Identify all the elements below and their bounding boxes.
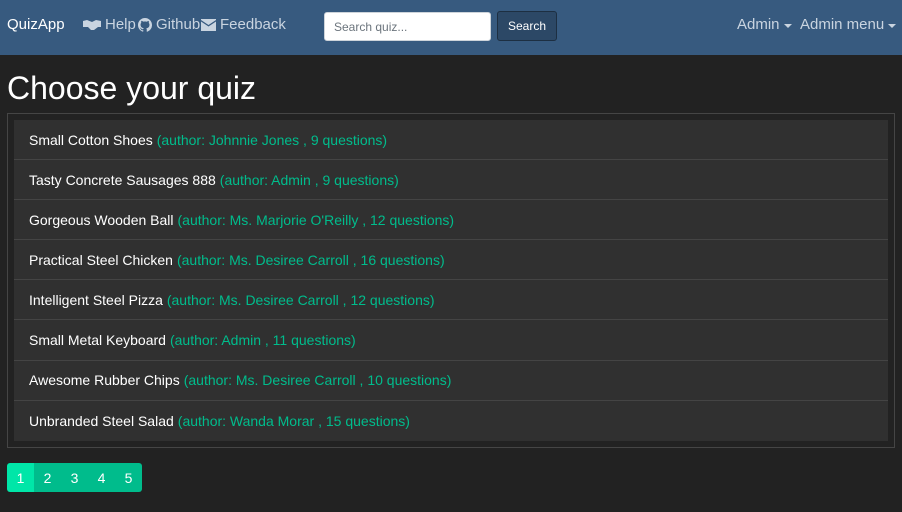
nav-github-link[interactable]: Github [138,16,200,34]
quiz-list-panel: Small Cotton Shoes (author: Johnnie Jone… [7,113,895,448]
quiz-list-item[interactable]: Intelligent Steel Pizza (author: Ms. Des… [14,280,888,321]
page-link-3[interactable]: 3 [61,463,88,492]
admin-dropdown-label: Admin [737,16,780,33]
quiz-list: Small Cotton Shoes (author: Johnnie Jone… [14,120,888,441]
quiz-list-item[interactable]: Awesome Rubber Chips (author: Ms. Desire… [14,360,888,401]
page-link-1[interactable]: 1 [7,463,34,492]
quiz-meta: (author: Ms. Desiree Carroll , 12 questi… [166,291,435,308]
caret-down-icon [888,24,897,28]
quiz-meta: (author: Ms. Marjorie O'Reilly , 12 ques… [177,211,455,228]
quiz-list-item[interactable]: Small Metal Keyboard (author: Admin , 11… [14,320,888,361]
admin-menu-dropdown-label: Admin menu [800,16,885,33]
quiz-name: Small Cotton Shoes [29,131,153,148]
quiz-meta: (author: Johnnie Jones , 9 questions) [156,131,388,148]
quiz-name: Unbranded Steel Salad [29,412,174,429]
quiz-list-item[interactable]: Unbranded Steel Salad (author: Wanda Mor… [14,400,888,441]
nav-help-link[interactable]: Help [83,16,136,34]
page-title: Choose your quiz [7,70,257,106]
search-button[interactable]: Search [497,11,557,41]
page-link-5[interactable]: 5 [115,463,142,492]
nav-help-label: Help [105,16,136,33]
quiz-name: Intelligent Steel Pizza [29,291,163,308]
quiz-name: Tasty Concrete Sausages 888 [29,171,216,188]
quiz-meta: (author: Ms. Desiree Carroll , 10 questi… [183,372,452,389]
top-navbar: QuizApp Help Github Feedback Search Admi… [0,0,902,55]
quiz-meta: (author: Wanda Morar , 15 questions) [177,412,410,429]
quiz-meta: (author: Admin , 11 questions) [169,332,356,349]
quiz-name: Small Metal Keyboard [29,332,166,349]
quiz-name: Practical Steel Chicken [29,251,173,268]
quiz-meta: (author: Ms. Desiree Carroll , 16 questi… [176,251,445,268]
envelope-icon [201,19,216,31]
admin-dropdown[interactable]: Admin [737,16,792,34]
page-link-2[interactable]: 2 [34,463,61,492]
caret-down-icon [783,24,792,28]
nav-feedback-link[interactable]: Feedback [201,16,286,34]
github-icon [138,18,152,32]
page-link-4[interactable]: 4 [88,463,115,492]
handshake-icon [83,20,101,30]
quiz-name: Awesome Rubber Chips [29,372,180,389]
pagination: 1 2 3 4 5 [7,463,142,492]
quiz-list-item[interactable]: Tasty Concrete Sausages 888 (author: Adm… [14,160,888,201]
nav-github-label: Github [156,16,201,33]
search-input[interactable] [324,12,491,41]
quiz-list-item[interactable]: Practical Steel Chicken (author: Ms. Des… [14,240,888,281]
brand-logo[interactable]: QuizApp [7,16,65,34]
admin-menu-dropdown[interactable]: Admin menu [800,16,897,34]
quiz-meta: (author: Admin , 9 questions) [219,171,399,188]
quiz-name: Gorgeous Wooden Ball [29,211,174,228]
quiz-list-item[interactable]: Gorgeous Wooden Ball (author: Ms. Marjor… [14,200,888,241]
nav-feedback-label: Feedback [220,16,286,33]
quiz-list-item[interactable]: Small Cotton Shoes (author: Johnnie Jone… [14,120,888,161]
